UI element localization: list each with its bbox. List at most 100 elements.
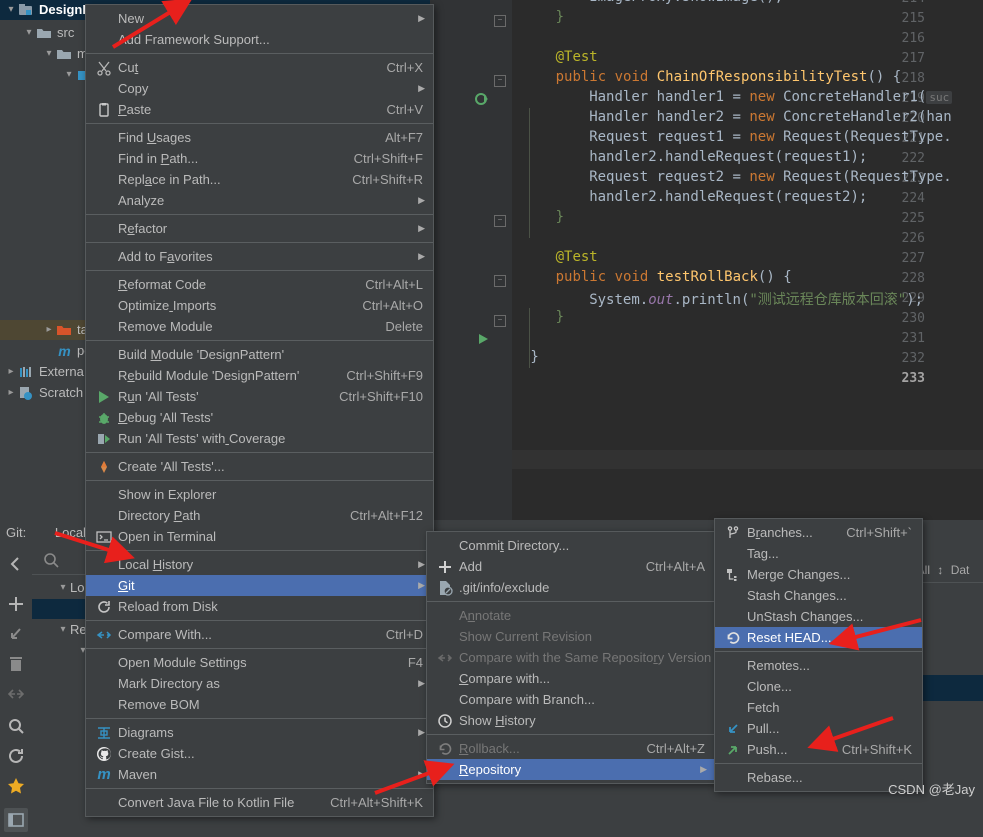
menu-item-directory-path[interactable]: Directory Path Ctrl+Alt+F12 [86, 505, 433, 526]
menu-item-copy[interactable]: Copy ▶ [86, 78, 433, 99]
code-line[interactable]: public void testRollBack() { [556, 269, 792, 285]
tree-item-scratches[interactable]: ▸ Scratch [0, 383, 83, 403]
menu-item-find-usages[interactable]: Find Usages Alt+F7 [86, 127, 433, 148]
code-line[interactable]: Handler handler1 = new ConcreteHandler1(… [589, 89, 953, 105]
chevron-down-icon[interactable]: ▾ [4, 0, 18, 20]
menu-item-create-gist[interactable]: Create Gist... [86, 743, 433, 764]
refresh-icon[interactable] [6, 746, 26, 766]
tree-item-package[interactable]: ▾ [0, 86, 96, 106]
menu-item-find-in-path[interactable]: Find in Path... Ctrl+Shift+F [86, 148, 433, 169]
menu-item-merge-changes[interactable]: Merge Changes... [715, 564, 922, 585]
menu-item-compare-with[interactable]: Compare with... [427, 668, 715, 689]
menu-item-unstash-changes[interactable]: UnStash Changes... [715, 606, 922, 627]
code-line[interactable]: ImageProxy.showImage(); [589, 0, 783, 5]
menu-item-reload-from-disk[interactable]: Reload from Disk [86, 596, 433, 617]
menu-item-commit-directory[interactable]: Commit Directory... [427, 535, 715, 556]
code-line[interactable]: Request request2 = new Request(RequestTy… [589, 169, 951, 185]
repository-submenu[interactable]: Branches... Ctrl+Shift+` Tag... Merge Chang… [714, 518, 923, 792]
code-line[interactable]: } [556, 9, 564, 25]
menu-item-tag[interactable]: Tag... [715, 543, 922, 564]
menu-item-maven[interactable]: m Maven ▶ [86, 764, 433, 785]
code-line[interactable]: public void ChainOfResponsibilityTest() … [556, 69, 902, 85]
fold-marker-icon[interactable]: − [494, 15, 506, 27]
code-line[interactable]: } [556, 209, 564, 225]
menu-item-compare-with-branch[interactable]: Compare with Branch... [427, 689, 715, 710]
git-submenu[interactable]: Commit Directory... Add Ctrl+Alt+A .git/inf… [426, 531, 716, 784]
log-date-column-label[interactable]: Dat [951, 563, 970, 577]
code-line[interactable]: Handler handler2 = new ConcreteHandler2(… [589, 109, 951, 125]
menu-item-open-in-terminal[interactable]: Open in Terminal [86, 526, 433, 547]
menu-item-optimize-imports[interactable]: Optimize Imports Ctrl+Alt+O [86, 295, 433, 316]
code-editor[interactable]: 214 ImageProxy.showImage(); 215 −} 216 217 @Te… [430, 0, 983, 520]
menu-item-analyze[interactable]: Analyze ▶ [86, 190, 433, 211]
code-line[interactable]: } [556, 309, 564, 325]
menu-item-replace-in-path[interactable]: Replace in Path... Ctrl+Shift+R [86, 169, 433, 190]
checkout-icon[interactable] [6, 624, 26, 644]
tree-item-java-source[interactable]: ▾ [0, 65, 97, 85]
code-line[interactable]: @Test [556, 249, 598, 265]
fold-marker-icon[interactable]: − [494, 315, 506, 327]
tree-item-external-libraries[interactable]: ▸ Externa [0, 362, 83, 382]
run-test-with-coverage-gutter-icon[interactable] [475, 92, 489, 109]
tree-item-src[interactable]: ▾ src [0, 23, 74, 43]
fold-marker-icon[interactable]: − [494, 75, 506, 87]
menu-item-git[interactable]: Git ▶ [86, 575, 433, 596]
menu-item-remotes[interactable]: Remotes... [715, 655, 922, 676]
search-icon[interactable] [6, 716, 26, 736]
menu-item-run-all-tests-with-coverage[interactable]: Run 'All Tests' with Coverage [86, 428, 433, 449]
menu-item-create-all-tests[interactable]: Create 'All Tests'... [86, 456, 433, 477]
menu-item-run-all-tests[interactable]: Run 'All Tests' Ctrl+Shift+F10 [86, 386, 433, 407]
menu-item-remove-bom[interactable]: Remove BOM [86, 694, 433, 715]
code-line[interactable]: } [530, 349, 538, 365]
menu-item-paste[interactable]: Paste Ctrl+V [86, 99, 433, 120]
menu-item-local-history[interactable]: Local History ▶ [86, 554, 433, 575]
code-line[interactable]: handler2.handleRequest(request2); [589, 189, 867, 205]
code-line[interactable]: @Test [556, 49, 598, 65]
menu-item-refactor[interactable]: Refactor ▶ [86, 218, 433, 239]
chevron-right-icon[interactable]: ▸ [42, 320, 56, 340]
menu-item-add[interactable]: Add Ctrl+Alt+A [427, 556, 715, 577]
menu-item-repository[interactable]: Repository ▶ [427, 759, 715, 780]
collapse-all-icon[interactable] [6, 684, 26, 704]
menu-item-pull[interactable]: Pull... [715, 718, 922, 739]
menu-item-stash-changes[interactable]: Stash Changes... [715, 585, 922, 606]
menu-item-git-info-exclude[interactable]: .git/info/exclude [427, 577, 715, 598]
menu-item-show-in-explorer[interactable]: Show in Explorer [86, 484, 433, 505]
menu-item-debug-all-tests[interactable]: Debug 'All Tests' [86, 407, 433, 428]
menu-item-open-module-settings[interactable]: Open Module Settings F4 [86, 652, 433, 673]
chevron-right-icon[interactable]: ▸ [4, 383, 18, 403]
menu-item-cut[interactable]: Cut Ctrl+X [86, 57, 433, 78]
code-line[interactable]: Request request1 = new Request(RequestTy… [589, 129, 951, 145]
menu-item-mark-directory-as[interactable]: Mark Directory as ▶ [86, 673, 433, 694]
menu-item-branches[interactable]: Branches... Ctrl+Shift+` [715, 522, 922, 543]
menu-item-show-history[interactable]: Show History [427, 710, 715, 731]
menu-item-remove-module[interactable]: Remove Module Delete [86, 316, 433, 337]
menu-item-push[interactable]: Push... Ctrl+Shift+K [715, 739, 922, 760]
code-line[interactable]: System.out.println("测试远程仓库版本回滚"); [589, 289, 923, 309]
menu-item-reset-head[interactable]: Reset HEAD... [715, 627, 922, 648]
chevron-down-icon[interactable]: ▾ [22, 23, 36, 43]
menu-item-add-to-favorites[interactable]: Add to Favorites ▶ [86, 246, 433, 267]
menu-item-compare-with[interactable]: Compare With... Ctrl+D [86, 624, 433, 645]
menu-item-build-module-designpattern[interactable]: Build Module 'DesignPattern' [86, 344, 433, 365]
add-icon[interactable] [6, 594, 26, 614]
favorite-star-icon[interactable] [6, 776, 26, 796]
chevron-updown-icon[interactable]: ↕ [937, 563, 943, 577]
project-context-menu[interactable]: New ▶ Add Framework Support... Cut Ctrl+X Cop… [85, 4, 434, 817]
chevron-right-icon[interactable]: ▸ [4, 362, 18, 382]
tree-item-main[interactable]: ▾ m [0, 44, 87, 64]
menu-item-clone[interactable]: Clone... [715, 676, 922, 697]
back-icon[interactable] [6, 554, 26, 574]
menu-item-convert-java-file-to-kotlin-file[interactable]: Convert Java File to Kotlin File Ctrl+Alt… [86, 792, 433, 813]
chevron-down-icon[interactable]: ▾ [56, 620, 70, 640]
fold-marker-icon[interactable]: − [494, 275, 506, 287]
menu-item-add-framework-support[interactable]: Add Framework Support... [86, 29, 433, 50]
code-line[interactable]: handler2.handleRequest(request1); [589, 149, 867, 165]
git-branches-toolbar[interactable] [0, 546, 33, 832]
fold-marker-icon[interactable]: − [494, 215, 506, 227]
menu-item-reformat-code[interactable]: Reformat Code Ctrl+Alt+L [86, 274, 433, 295]
menu-item-diagrams[interactable]: Diagrams ▶ [86, 722, 433, 743]
menu-item-rebuild-module-designpattern[interactable]: Rebuild Module 'DesignPattern' Ctrl+Shift… [86, 365, 433, 386]
chevron-down-icon[interactable]: ▾ [62, 65, 76, 85]
show-branches-icon[interactable] [4, 808, 28, 832]
